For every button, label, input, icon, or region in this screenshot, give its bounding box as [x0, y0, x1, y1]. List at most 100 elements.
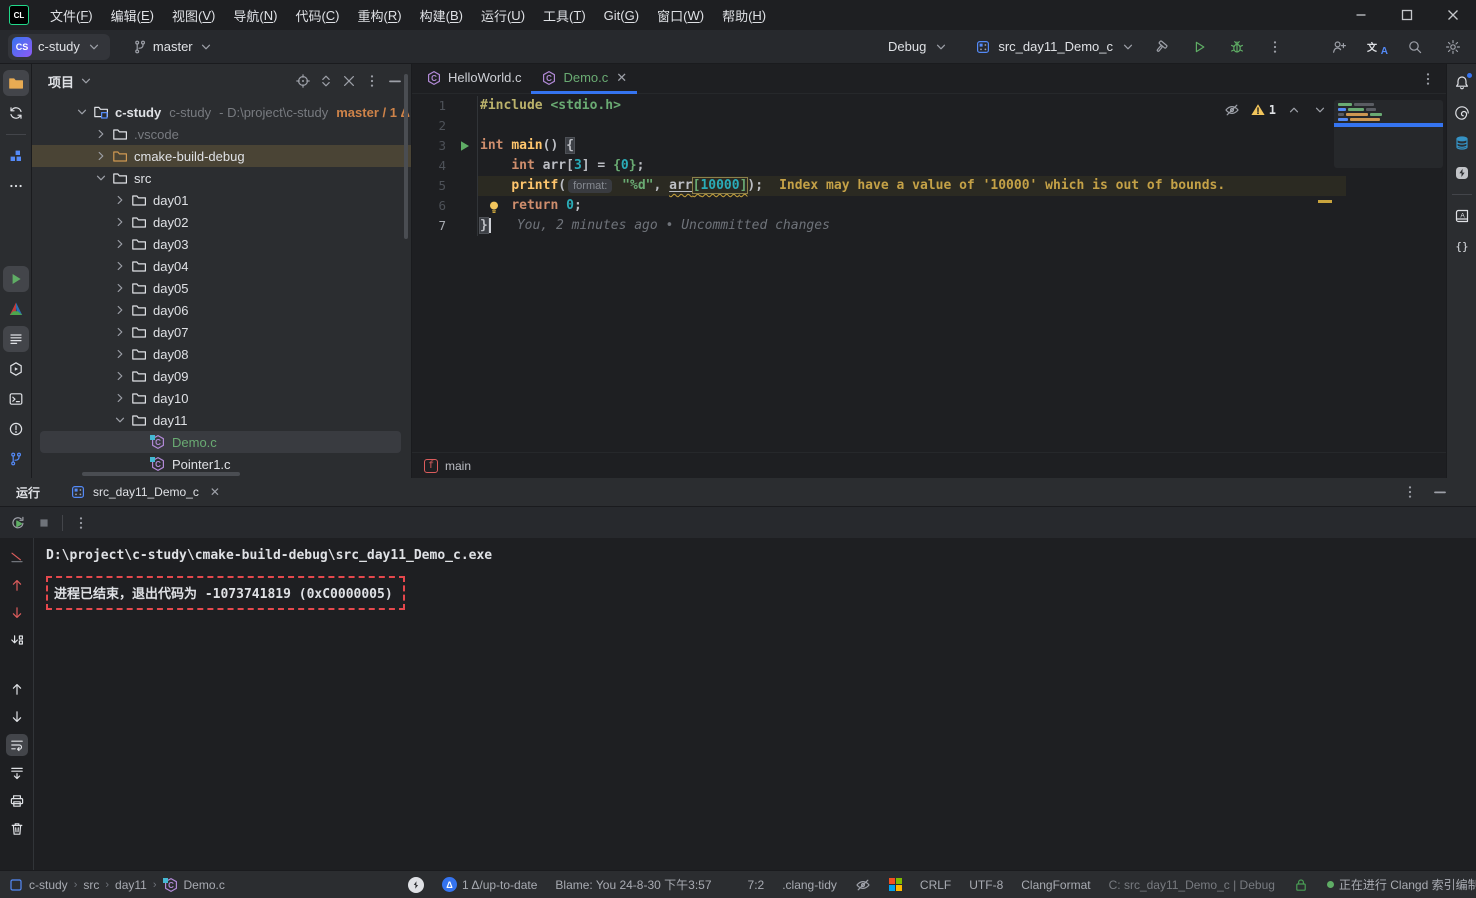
console-output[interactable]: D:\project\c-study\cmake-build-debug\src… [34, 538, 1476, 870]
debug-button[interactable] [1224, 34, 1250, 60]
chevron-right-icon[interactable] [91, 126, 110, 142]
plugin-widget[interactable] [408, 877, 424, 893]
prev-occurrence-icon[interactable] [6, 678, 28, 700]
run-window-icon[interactable] [3, 326, 29, 352]
run-tab[interactable]: src_day11_Demo_c ✕ [70, 484, 220, 500]
menu-文件F[interactable]: 文件(F) [41, 0, 102, 30]
database-icon[interactable] [1449, 130, 1475, 156]
indexing-widget[interactable]: 正在进行 Clangd 索引编制 [1327, 876, 1476, 893]
ai-assistant-icon[interactable] [1449, 100, 1475, 126]
services-icon[interactable] [3, 356, 29, 382]
chevron-right-icon[interactable] [110, 236, 129, 252]
stop-button[interactable] [36, 515, 52, 531]
profiler-icon[interactable] [6, 546, 28, 568]
tree-item-day08[interactable]: day08 [32, 343, 411, 365]
chevron-down-icon[interactable] [72, 104, 91, 120]
notifications-icon[interactable] [1449, 70, 1475, 96]
minimap-viewport[interactable] [1334, 123, 1443, 127]
menu-工具T[interactable]: 工具(T) [534, 0, 595, 30]
locate-icon[interactable] [295, 73, 311, 89]
menu-重构R[interactable]: 重构(R) [349, 0, 411, 30]
clear-all-icon[interactable] [6, 818, 28, 840]
up-stack-trace-icon[interactable] [6, 574, 28, 596]
chevron-right-icon[interactable] [110, 346, 129, 362]
more-actions-button[interactable] [1262, 34, 1288, 60]
settings-button[interactable] [1440, 34, 1466, 60]
tree-item-.vscode[interactable]: .vscode [32, 123, 411, 145]
build-button[interactable] [1148, 34, 1174, 60]
maximize-button[interactable] [1384, 0, 1430, 30]
search-everywhere-button[interactable] [1402, 34, 1428, 60]
rerun-button[interactable] [10, 515, 26, 531]
run-icon[interactable] [3, 266, 29, 292]
soft-wrap-icon[interactable] [6, 734, 28, 756]
menu-运行U[interactable]: 运行(U) [472, 0, 534, 30]
minimap[interactable] [1334, 100, 1443, 168]
plugin-icon[interactable] [1449, 160, 1475, 186]
print-icon[interactable] [6, 790, 28, 812]
tree-item-day01[interactable]: day01 [32, 189, 411, 211]
expand-all-icon[interactable] [318, 73, 334, 89]
lock-widget[interactable] [1293, 877, 1309, 893]
problems-icon[interactable] [3, 416, 29, 442]
run-config-widget[interactable]: C: src_day11_Demo_c | Debug [1109, 878, 1275, 892]
tree-item-day02[interactable]: day02 [32, 211, 411, 233]
hide-icon[interactable] [387, 73, 403, 89]
breadcrumb-function[interactable]: main [445, 459, 471, 473]
tree-item-day05[interactable]: day05 [32, 277, 411, 299]
project-folder-icon[interactable] [3, 70, 29, 96]
chevron-right-icon[interactable] [110, 390, 129, 406]
line-ending-widget[interactable]: CRLF [920, 878, 951, 892]
intention-bulb-icon[interactable] [486, 199, 502, 215]
run-button[interactable] [1186, 34, 1212, 60]
tree-item-Demo.c[interactable]: CDemo.c [32, 431, 411, 453]
chevron-right-icon[interactable] [91, 148, 110, 164]
commit-icon[interactable] [3, 143, 29, 169]
menu-GitG[interactable]: Git(G) [595, 0, 648, 30]
down-stack-trace-icon[interactable] [6, 602, 28, 624]
scroll-to-end-icon[interactable] [6, 762, 28, 784]
run-line-icon[interactable] [456, 138, 472, 154]
tree-item-day03[interactable]: day03 [32, 233, 411, 255]
tree-item-day04[interactable]: day04 [32, 255, 411, 277]
jump-to-end-icon[interactable] [6, 630, 28, 652]
chevron-right-icon[interactable] [110, 324, 129, 340]
blame-widget[interactable]: Blame: You 24-8-30 下午3:57 [555, 876, 711, 893]
menu-帮助H[interactable]: 帮助(H) [713, 0, 775, 30]
chevron-right-icon[interactable] [110, 302, 129, 318]
format-widget[interactable]: ClangFormat [1021, 878, 1090, 892]
close-icon[interactable]: ✕ [616, 70, 627, 86]
chevron-right-icon[interactable] [110, 258, 129, 274]
close-icon[interactable]: ✕ [210, 485, 220, 499]
mode-selector[interactable]: Debug [888, 39, 949, 55]
run-config-selector[interactable]: src_day11_Demo_c [975, 39, 1136, 55]
menu-导航N[interactable]: 导航(N) [224, 0, 286, 30]
chevron-right-icon[interactable] [110, 214, 129, 230]
tree-item-cmake-build-debug[interactable]: cmake-build-debug [32, 145, 411, 167]
project-widget[interactable]: CS c-study [8, 34, 110, 60]
menu-视图V[interactable]: 视图(V) [163, 0, 224, 30]
tree-horizontal-scrollbar[interactable] [82, 472, 240, 476]
clang-tidy-widget[interactable]: .clang-tidy [782, 878, 837, 892]
tree-item-day10[interactable]: day10 [32, 387, 411, 409]
close-button[interactable] [1430, 0, 1476, 30]
kebab-icon[interactable] [364, 73, 380, 89]
minimize-button[interactable] [1338, 0, 1384, 30]
code-editor[interactable]: 1 1#include <stdio.h>23int main() {4 int… [412, 94, 1446, 452]
chevron-right-icon[interactable] [110, 192, 129, 208]
kebab-icon[interactable] [1402, 484, 1418, 500]
highlighting-widget[interactable] [855, 877, 871, 893]
menu-窗口W[interactable]: 窗口(W) [648, 0, 713, 30]
collapse-all-icon[interactable] [341, 73, 357, 89]
tree-item-day11[interactable]: day11 [32, 409, 411, 431]
os-widget[interactable] [889, 878, 902, 891]
tree-item-src[interactable]: src [32, 167, 411, 189]
tree-vertical-scrollbar[interactable] [404, 74, 408, 239]
code-with-me-button[interactable] [1326, 34, 1352, 60]
status-breadcrumb-c-study[interactable]: c-study [8, 877, 68, 893]
tree-item-c-study[interactable]: c-studyc-study- D:\project\c-studymaster… [32, 101, 411, 123]
documentation-icon[interactable]: A [1449, 203, 1475, 229]
tree-item-day09[interactable]: day09 [32, 365, 411, 387]
kebab-button[interactable] [73, 515, 89, 531]
status-breadcrumb-Demo.c[interactable]: CDemo.c [163, 877, 225, 893]
